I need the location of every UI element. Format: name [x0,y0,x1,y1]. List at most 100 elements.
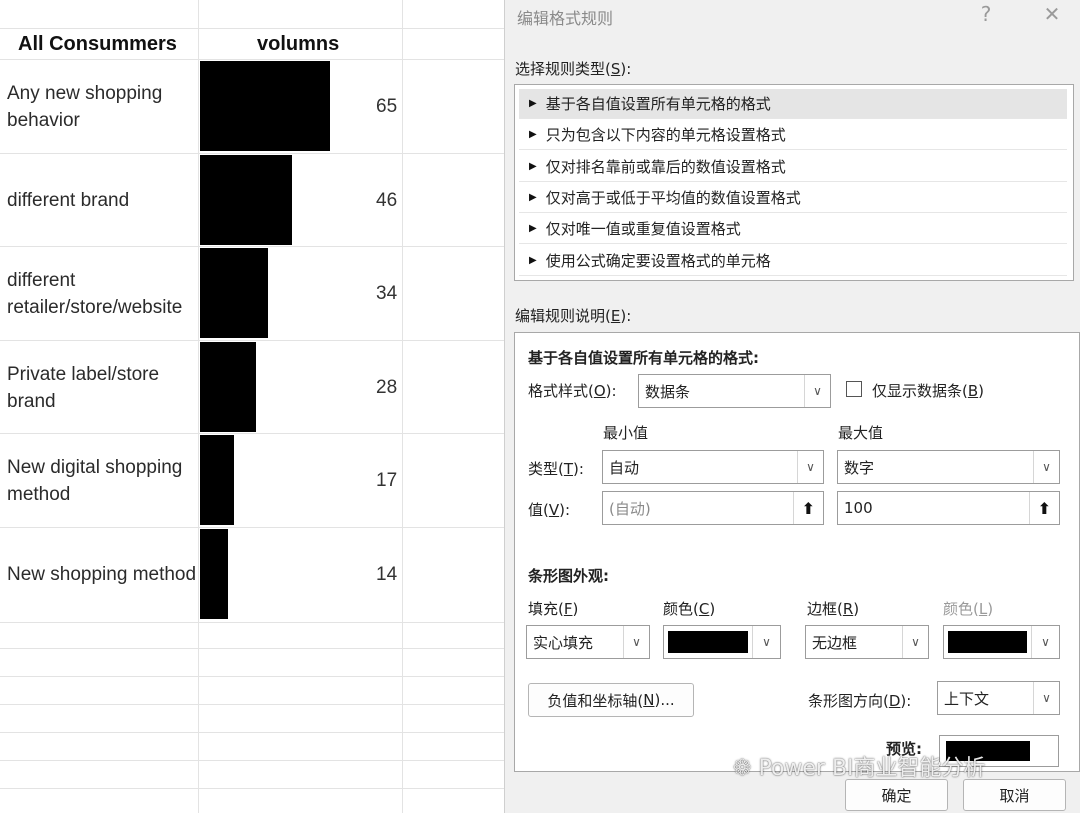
range-picker-icon[interactable]: ⬆ [1029,492,1059,524]
column-header-volumns[interactable]: volumns [257,33,339,56]
negative-value-axis-button[interactable]: 负值和坐标轴(N)... [528,683,694,717]
triangle-right-icon: ▶ [529,223,537,235]
fill-color-picker[interactable]: ∨ [663,625,781,659]
rule-type-label: 只为包含以下内容的单元格设置格式 [545,126,786,145]
category-cell[interactable]: different brand [7,154,197,247]
category-cell[interactable]: New shopping method [7,528,197,621]
volume-cell[interactable]: 14 [376,528,406,621]
format-style-label: 格式样式(O): [528,382,617,400]
border-select[interactable]: 无边框 ∨ [805,625,929,659]
column-header-category[interactable]: All Consummers [18,33,177,56]
fill-color-label: 颜色(C) [663,600,716,618]
rule-type-list[interactable]: ▶ 基于各自值设置所有单元格的格式 ▶ 只为包含以下内容的单元格设置格式 ▶ 仅对排名靠前… [514,84,1074,281]
min-type-value: 自动 [609,458,640,477]
chevron-down-icon[interactable]: ∨ [1033,682,1059,714]
max-value-text: 100 [844,499,873,517]
bar-direction-value: 上下文 [944,689,990,708]
grid-line [0,788,504,789]
volume-cell[interactable]: 65 [376,60,406,153]
show-bar-only-checkbox[interactable] [846,381,862,397]
volume-cell[interactable]: 46 [376,154,406,247]
bar-direction-select[interactable]: 上下文 ∨ [937,681,1060,715]
cancel-button[interactable]: 取消 [963,779,1066,811]
min-value-input[interactable]: (自动) ⬆ [602,491,824,525]
min-value-header: 最小值 [603,424,649,442]
section-title: 基于各自值设置所有单元格的格式: [528,349,760,367]
format-style-select[interactable]: 数据条 ∨ [638,374,831,408]
rule-type-item[interactable]: ▶ 仅对高于或低于平均值的数值设置格式 [519,183,1067,213]
rule-type-item[interactable]: ▶ 仅对排名靠前或靠后的数值设置格式 [519,152,1067,182]
data-bar [200,248,268,338]
border-value: 无边框 [812,633,858,652]
category-cell[interactable]: Any new shopping behavior [7,60,197,153]
rule-type-item[interactable]: ▶ 仅对唯一值或重复值设置格式 [519,214,1067,245]
min-value-text: (自动) [609,499,651,518]
bar-appearance-title: 条形图外观: [528,567,609,585]
max-type-select[interactable]: 数字 ∨ [837,450,1060,484]
border-color-swatch [948,631,1027,653]
wechat-icon: ❁ [733,756,752,781]
grid-line [0,648,504,649]
rule-type-label: 基于各自值设置所有单元格的格式 [545,95,771,113]
grid-line [0,28,504,29]
edit-format-rule-dialog: 编辑格式规则 ? ✕ 选择规则类型(S): ▶ 基于各自值设置所有单元格的格式 ▶ 只… [504,0,1080,813]
fill-color-swatch [668,631,748,653]
grid-line [0,732,504,733]
chevron-down-icon[interactable]: ∨ [623,626,649,658]
chevron-down-icon[interactable]: ∨ [902,626,928,658]
border-color-label: 颜色(L) [943,600,994,618]
rule-type-label: 使用公式确定要设置格式的单元格 [545,251,771,270]
grid-line [0,704,504,705]
category-cell[interactable]: different retailer/store/website [7,247,197,340]
grid-line [198,0,199,813]
close-button[interactable]: ✕ [1037,2,1067,26]
grid-line [0,622,504,623]
category-cell[interactable]: New digital shopping method [7,434,197,527]
rule-type-label: 仅对高于或低于平均值的数值设置格式 [545,188,801,207]
chevron-down-icon[interactable]: ∨ [752,626,780,658]
rule-type-label: 仅对排名靠前或靠后的数值设置格式 [545,157,786,176]
fill-select[interactable]: 实心填充 ∨ [526,625,650,659]
bar-direction-label: 条形图方向(D): [808,692,912,710]
volume-cell[interactable]: 17 [376,434,406,527]
category-cell[interactable]: Private label/store brand [7,341,197,434]
triangle-right-icon: ▶ [529,98,537,109]
rule-type-label: 仅对唯一值或重复值设置格式 [545,220,741,239]
data-bar [200,435,234,525]
chevron-down-icon[interactable]: ∨ [1033,451,1059,483]
spreadsheet: All Consummers volumns Any new shopping … [0,0,504,813]
watermark: ❁ Power BI商业智能分析 [733,750,986,782]
border-color-picker[interactable]: ∨ [943,625,1060,659]
type-label: 类型(T): [528,460,584,478]
rule-type-item[interactable]: ▶ 只为包含以下内容的单元格设置格式 [519,120,1067,151]
grid-line [0,760,504,761]
dialog-title: 编辑格式规则 [517,9,614,28]
triangle-right-icon: ▶ [529,191,537,203]
chevron-down-icon[interactable]: ∨ [797,451,823,483]
max-value-input[interactable]: 100 ⬆ [837,491,1060,525]
data-bar [200,61,330,151]
help-button[interactable]: ? [971,2,1001,26]
max-type-value: 数字 [844,458,875,477]
ok-button[interactable]: 确定 [845,779,948,811]
data-bar [200,529,228,619]
border-label: 边框(R) [807,600,860,618]
range-picker-icon[interactable]: ⬆ [793,492,823,524]
min-type-select[interactable]: 自动 ∨ [602,450,824,484]
rule-type-item[interactable]: ▶ 使用公式确定要设置格式的单元格 [519,246,1067,276]
triangle-right-icon: ▶ [529,129,537,141]
chevron-down-icon[interactable]: ∨ [804,375,830,407]
chevron-down-icon[interactable]: ∨ [1031,626,1059,658]
triangle-right-icon: ▶ [529,254,537,266]
rule-type-item[interactable]: ▶ 基于各自值设置所有单元格的格式 [519,89,1067,119]
grid-line [0,676,504,677]
edit-rule-description-label: 编辑规则说明(E): [515,307,632,325]
volume-cell[interactable]: 28 [376,341,406,434]
max-value-header: 最大值 [838,424,884,442]
fill-label: 填充(F) [528,600,579,618]
fill-value: 实心填充 [533,633,594,652]
volume-cell[interactable]: 34 [376,247,406,340]
triangle-right-icon: ▶ [529,160,537,172]
format-style-value: 数据条 [645,382,691,401]
data-bar [200,155,292,245]
